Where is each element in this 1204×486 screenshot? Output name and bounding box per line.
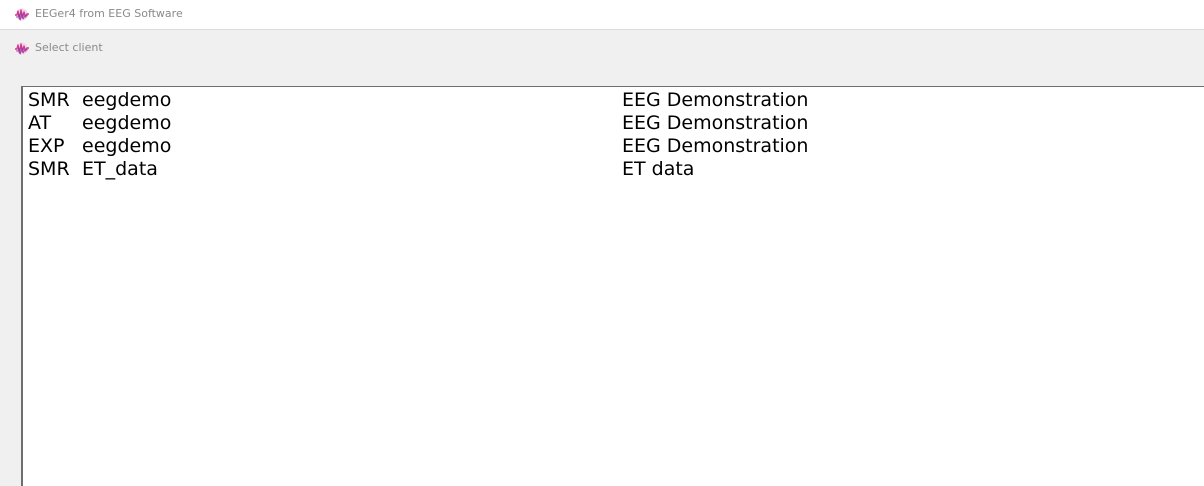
eeger-logo-icon [15,8,29,21]
client-listbox[interactable]: SMR eegdemo EEG Demonstration AT eegdemo… [21,86,1204,486]
dialog-title: Select client [35,41,103,54]
client-list-item[interactable]: SMR eegdemo EEG Demonstration [28,89,1204,112]
client-name: ET_data [82,158,158,180]
client-description: EEG Demonstration [622,135,809,157]
protocol-code: AT [28,112,52,134]
eeger-logo-icon [15,42,29,55]
client-name: eegdemo [82,135,172,157]
dialog-title-bar: Select client [0,31,1204,67]
client-name: eegdemo [82,89,172,111]
client-description: EEG Demonstration [622,89,809,111]
client-description: EEG Demonstration [622,112,809,134]
window-title-bar: EEGer4 from EEG Software [0,0,1204,30]
client-list-item[interactable]: SMR ET_data ET data [28,158,1204,181]
client-name: eegdemo [82,112,172,134]
client-list: SMR eegdemo EEG Demonstration AT eegdemo… [28,89,1204,181]
client-list-item[interactable]: AT eegdemo EEG Demonstration [28,112,1204,135]
client-list-item[interactable]: EXP eegdemo EEG Demonstration [28,135,1204,158]
protocol-code: SMR [28,89,70,111]
protocol-code: SMR [28,158,70,180]
protocol-code: EXP [28,135,65,157]
window-title: EEGer4 from EEG Software [35,7,183,20]
client-description: ET data [622,158,695,180]
